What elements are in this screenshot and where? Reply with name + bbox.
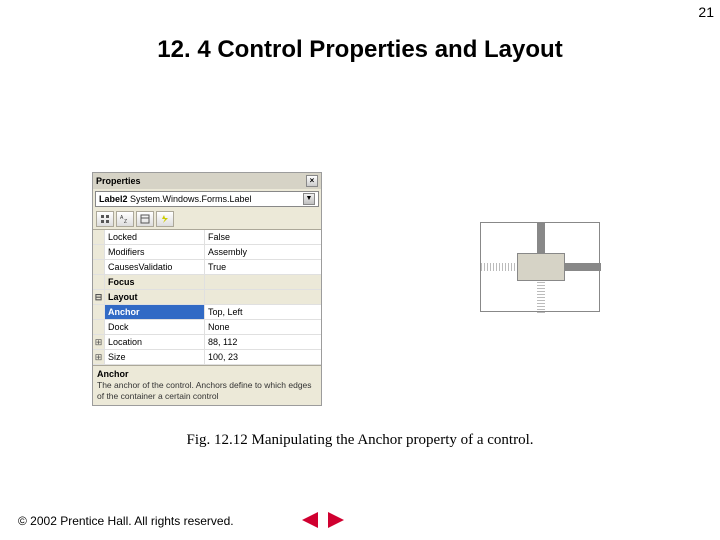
figure-caption: Fig. 12.12 Manipulating the Anchor prope… bbox=[0, 432, 720, 449]
property-name: CausesValidatio bbox=[105, 260, 205, 274]
prev-arrow-icon[interactable] bbox=[300, 510, 320, 530]
expand-icon[interactable] bbox=[93, 260, 105, 274]
slide-title: 12. 4 Control Properties and Layout bbox=[0, 36, 720, 64]
property-value[interactable]: 100, 23 bbox=[205, 350, 321, 364]
property-name: Modifiers bbox=[105, 245, 205, 259]
svg-text:Z: Z bbox=[124, 219, 127, 224]
anchor-bottom-bar[interactable] bbox=[537, 281, 545, 313]
property-name: Locked bbox=[105, 230, 205, 244]
description-pane: Anchor The anchor of the control. Anchor… bbox=[93, 365, 321, 405]
anchor-top-bar[interactable] bbox=[537, 223, 545, 253]
property-category[interactable]: Focus bbox=[93, 275, 321, 290]
properties-titlebar: Properties × bbox=[93, 173, 321, 189]
properties-title: Properties bbox=[96, 176, 141, 186]
anchor-editor[interactable] bbox=[480, 222, 600, 312]
property-value[interactable]: True bbox=[205, 260, 321, 274]
page-number: 21 bbox=[698, 4, 714, 20]
categorized-icon[interactable] bbox=[96, 211, 114, 227]
anchor-center-box bbox=[517, 253, 565, 281]
object-selector-text: Label2 System.Windows.Forms.Label bbox=[99, 194, 252, 204]
property-value[interactable]: Assembly bbox=[205, 245, 321, 259]
description-text: The anchor of the control. Anchors defin… bbox=[97, 380, 317, 402]
description-name: Anchor bbox=[97, 369, 317, 379]
expand-icon[interactable]: ⊟ bbox=[93, 290, 105, 304]
anchor-left-bar[interactable] bbox=[481, 263, 517, 271]
property-row[interactable]: ModifiersAssembly bbox=[93, 245, 321, 260]
alphabetical-icon[interactable]: AZ bbox=[116, 211, 134, 227]
chevron-down-icon[interactable]: ▼ bbox=[303, 193, 315, 205]
copyright-text: © 2002 Prentice Hall. All rights reserve… bbox=[18, 514, 234, 528]
expand-icon[interactable]: ⊞ bbox=[93, 350, 105, 364]
expand-icon[interactable] bbox=[93, 305, 105, 319]
property-name: Focus bbox=[105, 275, 205, 289]
expand-icon[interactable]: ⊞ bbox=[93, 335, 105, 349]
nav-arrows bbox=[300, 510, 346, 530]
property-name: Anchor bbox=[105, 305, 205, 319]
expand-icon[interactable] bbox=[93, 230, 105, 244]
property-name: Layout bbox=[105, 290, 205, 304]
object-selector[interactable]: Label2 System.Windows.Forms.Label ▼ bbox=[95, 191, 319, 207]
properties-grid[interactable]: LockedFalseModifiersAssemblyCausesValida… bbox=[93, 230, 321, 365]
close-icon[interactable]: × bbox=[306, 175, 318, 187]
property-row[interactable]: LockedFalse bbox=[93, 230, 321, 245]
property-category[interactable]: ⊟Layout bbox=[93, 290, 321, 305]
property-name: Location bbox=[105, 335, 205, 349]
properties-panel: Properties × Label2 System.Windows.Forms… bbox=[92, 172, 322, 406]
anchor-right-bar[interactable] bbox=[565, 263, 601, 271]
property-name: Dock bbox=[105, 320, 205, 334]
property-row[interactable]: CausesValidatioTrue bbox=[93, 260, 321, 275]
property-value[interactable] bbox=[205, 275, 321, 289]
next-arrow-icon[interactable] bbox=[326, 510, 346, 530]
properties-icon[interactable] bbox=[136, 211, 154, 227]
property-value[interactable]: None bbox=[205, 320, 321, 334]
property-row[interactable]: DockNone bbox=[93, 320, 321, 335]
properties-toolbar: AZ bbox=[93, 209, 321, 230]
events-icon[interactable] bbox=[156, 211, 174, 227]
expand-icon[interactable] bbox=[93, 245, 105, 259]
property-value[interactable]: False bbox=[205, 230, 321, 244]
property-row[interactable]: ⊞Location88, 112 bbox=[93, 335, 321, 350]
property-value[interactable]: 88, 112 bbox=[205, 335, 321, 349]
expand-icon[interactable] bbox=[93, 275, 105, 289]
property-row[interactable]: ⊞Size100, 23 bbox=[93, 350, 321, 365]
property-value[interactable] bbox=[205, 290, 321, 304]
property-row[interactable]: AnchorTop, Left bbox=[93, 305, 321, 320]
property-name: Size bbox=[105, 350, 205, 364]
expand-icon[interactable] bbox=[93, 320, 105, 334]
property-value[interactable]: Top, Left bbox=[205, 305, 321, 319]
